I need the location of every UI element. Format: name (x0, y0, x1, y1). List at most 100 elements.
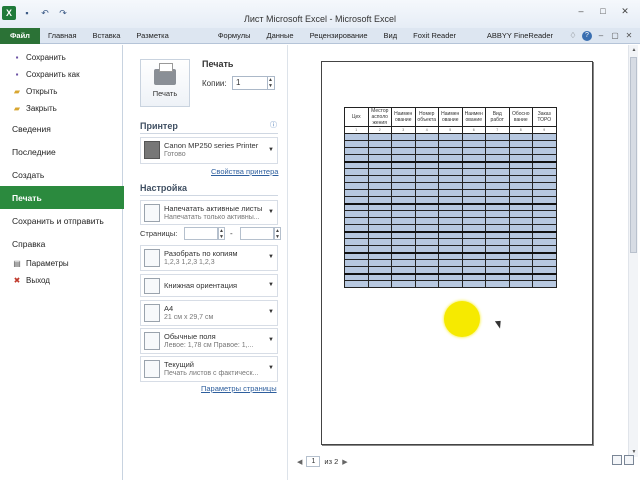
page-setup-link[interactable]: Параметры страницы (201, 384, 277, 393)
scroll-up-icon[interactable]: ▲ (629, 45, 639, 55)
table-cell (367, 189, 392, 197)
table-cell (438, 189, 463, 197)
table-cell (532, 154, 557, 163)
nav-open[interactable]: ▰ Открыть (0, 83, 122, 100)
table-cell (391, 210, 416, 218)
table-row (344, 273, 557, 281)
tab-page-layout[interactable]: Разметка страницы (128, 28, 209, 56)
table-cell (508, 147, 533, 155)
table-cell (438, 231, 463, 239)
nav-print[interactable]: Печать (0, 186, 145, 209)
close-folder-icon: ▰ (13, 104, 21, 113)
paper-size-select[interactable]: A4 21 см x 29,7 см ▼ (140, 300, 278, 326)
table-cell (508, 259, 533, 267)
column-number: 5 (438, 126, 463, 134)
table-cell (461, 168, 486, 176)
divider (140, 195, 278, 196)
table-cell (367, 252, 392, 260)
printer-properties-link[interactable]: Свойства принтера (211, 167, 278, 176)
divider (140, 133, 278, 134)
show-margins-icon[interactable] (612, 455, 622, 465)
table-cell (485, 259, 510, 267)
prev-page-icon[interactable]: ◀ (297, 458, 302, 466)
doc-restore-icon[interactable]: ▢ (610, 31, 620, 41)
table-cell (414, 266, 439, 275)
printer-select[interactable]: Canon MP250 series Printer Готово ▼ (140, 137, 278, 164)
table-cell (461, 259, 486, 267)
print-what-select[interactable]: Напечатать активные листы Напечатать тол… (140, 200, 278, 225)
column-number: 6 (461, 126, 486, 134)
pages-from-spinner[interactable]: ▲ ▼ (218, 227, 225, 240)
collate-title: Разобрать по копиям (164, 249, 238, 258)
table-cell (438, 266, 463, 275)
next-page-icon[interactable]: ▶ (342, 458, 347, 466)
table-row (344, 217, 557, 225)
tab-formulas[interactable]: Формулы (210, 28, 259, 44)
nav-new[interactable]: Создать (0, 163, 122, 186)
doc-close-icon[interactable]: ✕ (624, 31, 634, 41)
nav-info[interactable]: Сведения (0, 117, 122, 140)
print-what-title: Напечатать активные листы (164, 204, 263, 213)
doc-minimize-icon[interactable]: – (596, 31, 606, 41)
nav-recent[interactable]: Последние (0, 140, 122, 163)
table-cell (414, 238, 439, 246)
pages-to-input[interactable] (240, 227, 274, 240)
table-cell (508, 273, 533, 281)
table-cell (414, 161, 439, 169)
table-cell (461, 217, 486, 225)
nav-exit[interactable]: ✖ Выход (0, 272, 122, 289)
current-page-input[interactable]: 1 (306, 456, 321, 467)
table-cell (414, 231, 439, 239)
minimize-ribbon-icon[interactable]: ♢ (568, 31, 578, 41)
table-cell (461, 203, 486, 211)
pages-from-input[interactable] (184, 227, 218, 240)
nav-save-send[interactable]: Сохранить и отправить (0, 209, 122, 232)
table-cell (508, 238, 533, 246)
tab-file[interactable]: Файл (0, 27, 40, 44)
zoom-to-page-icon[interactable] (624, 455, 634, 465)
table-cell (344, 238, 369, 246)
nav-save-as[interactable]: ▪ Сохранить как (0, 66, 122, 83)
scroll-thumb[interactable] (630, 57, 637, 253)
tab-abbyy[interactable]: ABBYY FineReader 11 (479, 28, 568, 56)
nav-close-label: Закрыть (26, 104, 57, 113)
ribbon-right-controls: ♢ ? – ▢ ✕ (568, 30, 640, 41)
table-cell (461, 147, 486, 155)
table-row (344, 203, 557, 211)
info-icon[interactable]: ⓘ (270, 120, 277, 130)
table-cell (461, 252, 486, 260)
tab-home[interactable]: Главная (40, 28, 85, 44)
maximize-button[interactable]: □ (592, 4, 614, 18)
print-settings-panel: Печать Печать Копии: 1 ▲ ▼ Принтер ⓘ Cano… (124, 45, 286, 480)
table-cell (438, 168, 463, 176)
nav-options[interactable]: ▤ Параметры (0, 255, 122, 272)
margins-select[interactable]: Обычные поля Левое: 1,78 см Правое: 1,..… (140, 328, 278, 354)
table-cell (508, 231, 533, 239)
collate-select[interactable]: Разобрать по копиям 1,2,3 1,2,3 1,2,3 ▼ (140, 245, 278, 271)
tab-data[interactable]: Данные (259, 28, 302, 44)
tab-foxit[interactable]: Foxit Reader PDF (405, 28, 479, 56)
table-cell (508, 182, 533, 190)
copies-input[interactable]: 1 (232, 76, 268, 90)
vertical-scrollbar[interactable]: ▲ ▼ (628, 45, 638, 457)
close-button[interactable]: ✕ (614, 4, 636, 18)
print-button[interactable]: Печать (140, 59, 190, 107)
copies-spinner[interactable]: ▲ ▼ (267, 76, 275, 90)
tab-insert[interactable]: Вставка (85, 28, 129, 44)
page-count: из 2 (324, 457, 339, 466)
tab-view[interactable]: Вид (376, 28, 406, 44)
nav-help[interactable]: Справка (0, 232, 122, 255)
column-header: Местор асполо жения (367, 107, 392, 127)
tab-review[interactable]: Рецензирование (302, 28, 376, 44)
minimize-button[interactable]: – (570, 4, 592, 18)
help-icon[interactable]: ? (582, 30, 592, 41)
table-cell (391, 245, 416, 254)
table-header-row: Цех Местор асполо жения Наимен ование Номер… (344, 107, 557, 127)
table-cell (485, 280, 510, 288)
nav-close[interactable]: ▰ Закрыть (0, 100, 122, 117)
orientation-select[interactable]: Книжная ориентация ▼ (140, 274, 278, 297)
nav-save[interactable]: ▪ Сохранить (0, 49, 122, 66)
nav-save-as-label: Сохранить как (26, 70, 80, 79)
pages-to-spinner[interactable]: ▲ ▼ (274, 227, 281, 240)
scaling-select[interactable]: Текущий Печать листов с фактическ... ▼ (140, 356, 278, 382)
